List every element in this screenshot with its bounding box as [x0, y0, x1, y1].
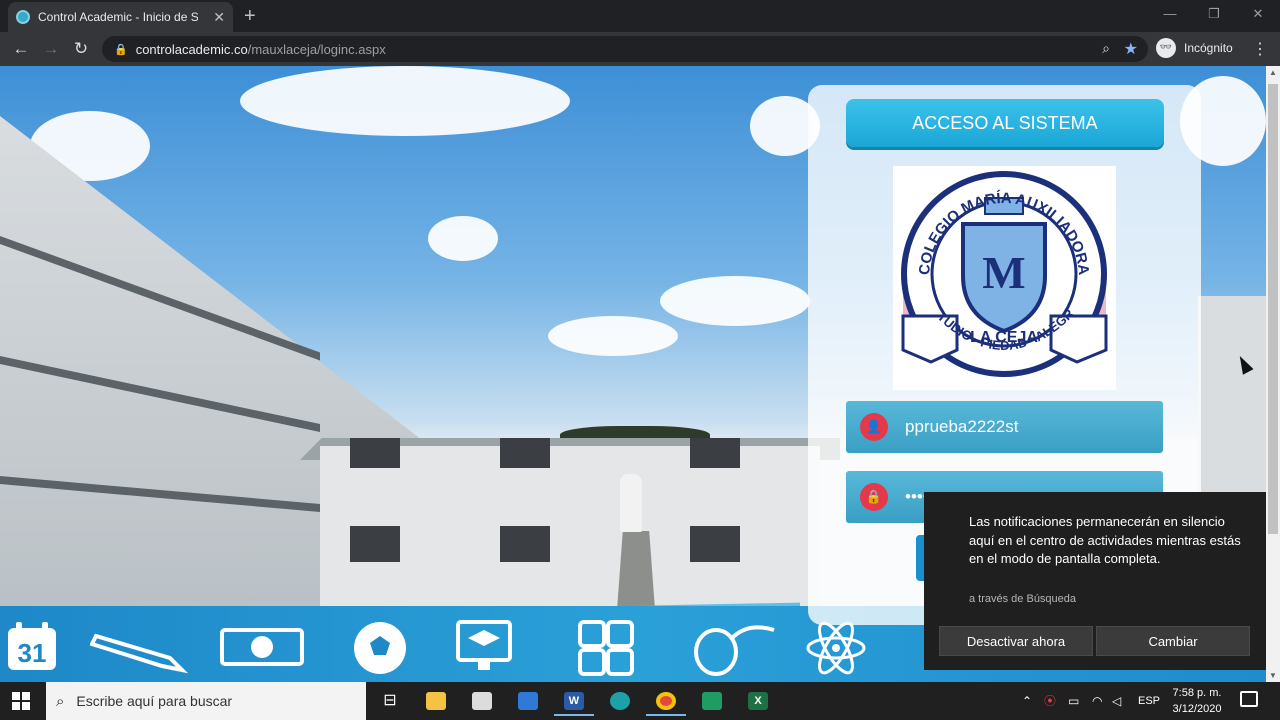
tab-close-icon[interactable]: ✕ — [213, 9, 225, 26]
task-view-icon[interactable]: ⊟ — [370, 686, 410, 716]
calculator-icon — [574, 618, 638, 678]
mail-icon[interactable] — [508, 686, 548, 716]
page-scrollbar[interactable]: ▲ ▼ — [1266, 66, 1280, 682]
taskbar-search[interactable]: ⌕ Escribe aquí para buscar — [46, 682, 366, 720]
bookmark-star-icon[interactable]: ★ — [1124, 39, 1138, 59]
window — [350, 438, 400, 468]
close-window-button[interactable]: ✕ — [1236, 0, 1280, 30]
edge-icon[interactable] — [600, 686, 640, 716]
money-icon — [218, 618, 306, 678]
lock-icon: 🔒 — [114, 43, 128, 56]
deactivate-now-button[interactable]: Desactivar ahora — [939, 626, 1093, 656]
cloud — [548, 316, 678, 356]
minimize-button[interactable]: — — [1148, 0, 1192, 30]
login-header: ACCESO AL SISTEMA — [846, 99, 1164, 147]
window — [500, 526, 550, 562]
address-bar[interactable]: 🔒 controlacademic.co /mauxlaceja/loginc.… — [102, 36, 1148, 62]
username-field[interactable]: 👤 pprueba2222st — [846, 401, 1163, 453]
window — [350, 526, 400, 562]
excel-icon[interactable]: X — [738, 686, 778, 716]
cloud — [240, 66, 570, 136]
new-tab-button[interactable]: + — [244, 5, 256, 28]
taskbar-search-placeholder: Escribe aquí para buscar — [76, 693, 233, 709]
word-icon[interactable]: W — [554, 686, 594, 716]
svg-text:M: M — [982, 247, 1025, 298]
window — [500, 438, 550, 468]
file-explorer-icon[interactable] — [416, 686, 456, 716]
scroll-up-icon[interactable]: ▲ — [1266, 68, 1280, 77]
show-hidden-icons-icon[interactable]: ⌃ — [1022, 682, 1032, 720]
atom-icon — [804, 618, 868, 678]
calendar-icon: 31 — [0, 618, 64, 678]
volume-icon[interactable]: ◁ — [1112, 682, 1121, 720]
record-icon[interactable]: ⦿ — [1044, 682, 1056, 720]
toast-message: Las notificaciones permanecerán en silen… — [969, 514, 1241, 567]
window — [690, 526, 740, 562]
back-arrow-icon[interactable]: ← — [6, 39, 36, 59]
soccer-ball-icon — [348, 618, 412, 678]
change-button[interactable]: Cambiar — [1096, 626, 1250, 656]
cloud — [428, 216, 498, 261]
scroll-thumb[interactable] — [1268, 84, 1278, 534]
search-icon: ⌕ — [56, 692, 65, 710]
battery-icon[interactable]: ▭ — [1068, 682, 1079, 720]
browser-menu-icon[interactable]: ⋮ — [1252, 39, 1268, 59]
browser-tab[interactable]: Control Academic - Inicio de Sesión ✕ — [8, 2, 233, 32]
tab-title: Control Academic - Inicio de Sesión — [38, 10, 198, 24]
zoom-icon[interactable]: ⌕ — [1102, 40, 1110, 57]
site-favicon-icon — [16, 10, 30, 24]
toast-source: a través de Búsqueda — [969, 593, 1077, 605]
incognito-indicator[interactable]: 👓 Incógnito — [1156, 38, 1233, 58]
clock-time: 7:58 p. m. — [1172, 687, 1222, 699]
wifi-icon[interactable]: ◠ — [1092, 682, 1102, 720]
computer-graduation-icon — [452, 618, 516, 678]
action-center-icon[interactable] — [1240, 691, 1258, 707]
cloud — [660, 276, 810, 326]
username-value: pprueba2222st — [905, 417, 1019, 436]
pencil-icon — [89, 618, 190, 678]
url-path: /mauxlaceja/loginc.aspx — [247, 41, 386, 57]
language-indicator[interactable]: ESP — [1138, 682, 1160, 720]
incognito-icon: 👓 — [1156, 38, 1176, 58]
taskbar-clock[interactable]: 7:58 p. m. 3/12/2020 — [1166, 685, 1228, 717]
browser-tabbar: Control Academic - Inicio de Sesión ✕ + … — [0, 0, 1280, 32]
scroll-down-icon[interactable]: ▼ — [1266, 671, 1280, 680]
browser-toolbar: ← → ↻ 🔒 controlacademic.co /mauxlaceja/l… — [0, 32, 1280, 66]
window-controls: — ❐ ✕ — [1148, 0, 1280, 30]
restore-button[interactable]: ❐ — [1192, 0, 1236, 30]
incognito-label: Incógnito — [1184, 41, 1233, 55]
url-host: controlacademic.co — [135, 41, 248, 57]
store-icon[interactable] — [462, 686, 502, 716]
chrome-icon[interactable] — [646, 686, 686, 716]
svg-text:31: 31 — [18, 638, 47, 668]
mouse-icon — [688, 618, 778, 678]
windows-start-icon[interactable] — [12, 692, 30, 710]
school-logo: M COLEGIO MARÍA AUXILIADORA LA CEJA ESTU… — [888, 154, 1116, 390]
windows-taskbar: ⌕ Escribe aquí para buscar ⊟ W X ⌃ ⦿ ▭ ◠… — [0, 682, 1280, 720]
notification-toast: Las notificaciones permanecerán en silen… — [924, 492, 1266, 670]
statue — [620, 474, 642, 532]
reload-icon[interactable]: ↻ — [66, 39, 96, 59]
forward-arrow-icon[interactable]: → — [36, 39, 66, 59]
app-arrow-icon[interactable] — [692, 686, 732, 716]
user-icon: 👤 — [860, 413, 888, 441]
clock-date: 3/12/2020 — [1172, 703, 1222, 715]
lock-icon: 🔒 — [860, 483, 888, 511]
window — [690, 438, 740, 468]
